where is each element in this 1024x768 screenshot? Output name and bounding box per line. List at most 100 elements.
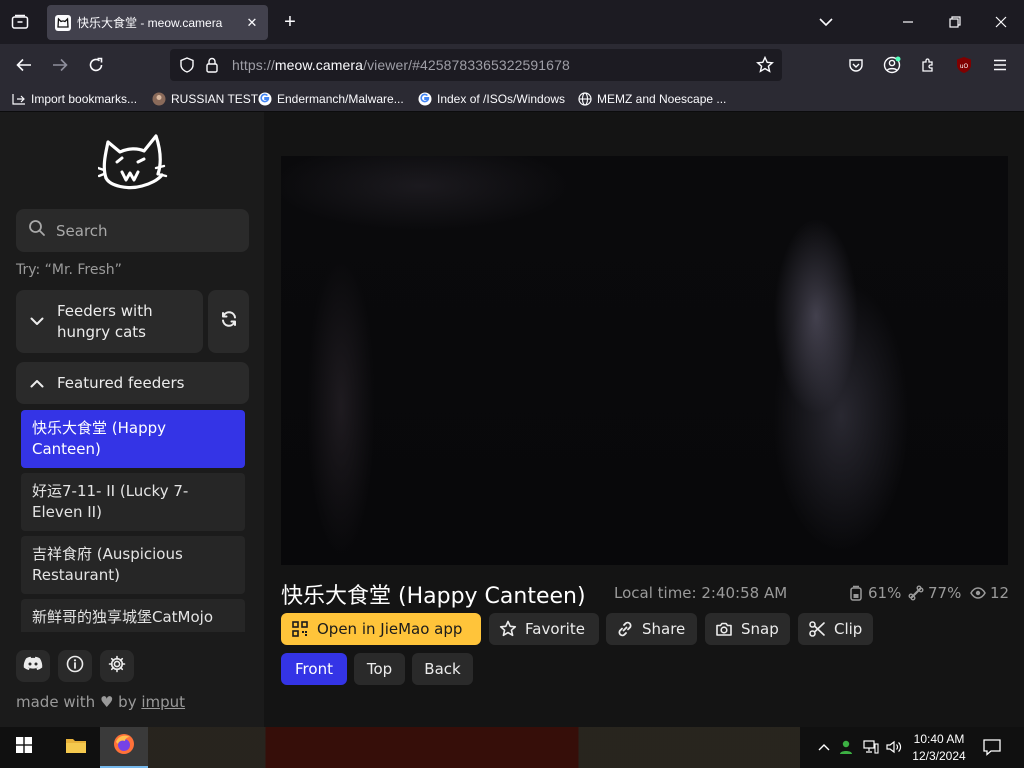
scissors-icon (808, 620, 826, 638)
tab-close-icon[interactable]: ✕ (244, 15, 260, 31)
view-top-button[interactable]: Top (354, 653, 405, 685)
qr-code-icon (291, 620, 309, 638)
menu-icon[interactable] (986, 52, 1014, 78)
heart-icon: ♥ (99, 693, 114, 711)
sidebar: Try: “Mr. Fresh” Feeders withhungry cats… (0, 112, 264, 727)
user-status-icon[interactable] (838, 739, 854, 755)
taskbar-clock[interactable]: 10:40 AM 12/3/2024 (906, 731, 972, 765)
svg-text:uO: uO (960, 63, 969, 70)
back-arrow-icon[interactable] (10, 52, 38, 78)
gear-icon (108, 655, 126, 678)
page-content: Try: “Mr. Fresh” Feeders withhungry cats… (0, 112, 1024, 727)
bookmarks-toolbar: Import bookmarks... RUSSIAN TEST Enderma… (0, 86, 1024, 112)
tracking-shield-icon[interactable] (179, 57, 195, 78)
link-icon (616, 620, 634, 638)
chevron-down-icon (29, 314, 45, 330)
feeder-item-auspicious-restaurant[interactable]: 吉祥食府 (Auspicious Restaurant) (21, 536, 245, 594)
notification-center-icon[interactable] (982, 738, 1002, 756)
volume-icon[interactable] (886, 739, 902, 755)
search-box[interactable] (16, 209, 249, 252)
hungry-cats-toggle[interactable]: Feeders with hungry cats (16, 290, 203, 353)
open-in-app-button[interactable]: Open in JieMao app (281, 613, 481, 645)
clock-time: 10:40 AM (913, 732, 965, 746)
search-icon (28, 219, 46, 242)
forward-arrow-icon[interactable] (46, 52, 74, 78)
clock-date: 12/3/2024 (912, 749, 966, 763)
clip-button[interactable]: Clip (798, 613, 873, 645)
feeder-list[interactable]: 快乐大食堂 (Happy Canteen) 好运7-11- II (Lucky 7… (16, 406, 249, 632)
url-bar[interactable]: https://meow.camera/viewer/#425878336532… (170, 49, 782, 81)
discord-icon (23, 656, 43, 676)
bookmark-index-isos[interactable]: Index of /ISOs/Windows (418, 90, 565, 108)
settings-button[interactable] (100, 650, 134, 682)
camera-video-stream[interactable] (281, 156, 1008, 565)
view-back-button[interactable]: Back (412, 653, 473, 685)
author-link[interactable]: imput (141, 693, 185, 711)
bone-treat-icon (908, 585, 924, 601)
chevron-up-icon (29, 375, 45, 391)
featured-feeders-label: Featured feeders (57, 373, 185, 392)
reload-icon[interactable] (82, 52, 110, 78)
bookmark-russian-test[interactable]: RUSSIAN TEST (152, 90, 258, 108)
snap-button[interactable]: Snap (705, 613, 790, 645)
feeder-item-happy-canteen[interactable]: 快乐大食堂 (Happy Canteen) (21, 410, 245, 468)
taskbar-firefox[interactable] (100, 727, 148, 768)
firefox-icon (113, 733, 135, 760)
refresh-icon (220, 310, 238, 333)
bookmark-import[interactable]: Import bookmarks... (12, 90, 137, 108)
discord-button[interactable] (16, 650, 50, 682)
windows-taskbar: 10:40 AM 12/3/2024 (0, 727, 1024, 768)
viewer-count-stat: 12 (970, 584, 1009, 602)
featured-feeders-toggle[interactable]: Featured feeders (16, 362, 249, 404)
camera-icon (715, 620, 733, 638)
windows-logo-icon (16, 737, 32, 758)
browser-tab-bar: 快乐大食堂 - meow.camera ✕ + (0, 0, 1024, 44)
feeder-item-catmojo[interactable]: 新鲜哥的独享城堡CatMojo (21, 599, 245, 632)
treat-level-stat: 77% (908, 584, 961, 602)
view-front-button[interactable]: Front (281, 653, 347, 685)
local-time: Local time: 2:40:58 AM (614, 584, 788, 602)
list-all-tabs-icon[interactable] (814, 10, 838, 34)
meow-camera-logo[interactable] (96, 128, 168, 194)
site-favicon-icon (152, 92, 166, 106)
google-icon (258, 92, 272, 106)
share-button[interactable]: Share (606, 613, 697, 645)
search-hint: Try: “Mr. Fresh” (16, 262, 122, 278)
bookmark-memz[interactable]: MEMZ and Noescape ... (578, 90, 726, 108)
pocket-icon[interactable] (842, 52, 870, 78)
star-icon (499, 620, 517, 638)
bookmark-endermanch[interactable]: Endermanch/Malware... (258, 90, 404, 108)
tab-active[interactable]: 快乐大食堂 - meow.camera ✕ (47, 5, 268, 40)
tab-title: 快乐大食堂 - meow.camera (77, 16, 223, 30)
import-icon (12, 92, 26, 106)
browser-nav-bar: https://meow.camera/viewer/#425878336532… (0, 44, 1024, 86)
network-icon[interactable] (863, 739, 879, 755)
start-button[interactable] (0, 727, 48, 768)
lock-icon[interactable] (205, 57, 219, 78)
folder-icon (65, 736, 87, 759)
restore-icon[interactable] (943, 10, 967, 34)
about-button[interactable] (58, 650, 92, 682)
show-hidden-icons-chevron-icon[interactable] (816, 739, 832, 755)
search-input[interactable] (56, 221, 236, 240)
url-text: https://meow.camera/viewer/#425878336532… (232, 57, 570, 73)
taskbar-file-explorer[interactable] (52, 727, 100, 768)
globe-icon (578, 92, 592, 106)
favorite-button[interactable]: Favorite (489, 613, 599, 645)
food-container-icon (848, 585, 864, 601)
eye-icon (970, 585, 986, 601)
extensions-icon[interactable] (914, 52, 942, 78)
feeder-item-lucky-7-eleven[interactable]: 好运7-11- II (Lucky 7- Eleven II) (21, 473, 245, 531)
food-level-stat: 61% (848, 584, 901, 602)
account-icon[interactable] (878, 52, 906, 78)
google-icon (418, 92, 432, 106)
ublock-origin-icon[interactable]: uO (950, 52, 978, 78)
minimize-icon[interactable] (896, 10, 920, 34)
new-tab-icon[interactable]: + (280, 11, 300, 33)
refresh-button[interactable] (208, 290, 249, 353)
tab-list-icon[interactable] (8, 11, 32, 33)
made-with-credit: made with ♥ by imput (16, 693, 186, 711)
cat-favicon-icon (55, 14, 71, 31)
close-window-icon[interactable] (989, 10, 1013, 34)
bookmark-star-icon[interactable] (756, 55, 774, 79)
